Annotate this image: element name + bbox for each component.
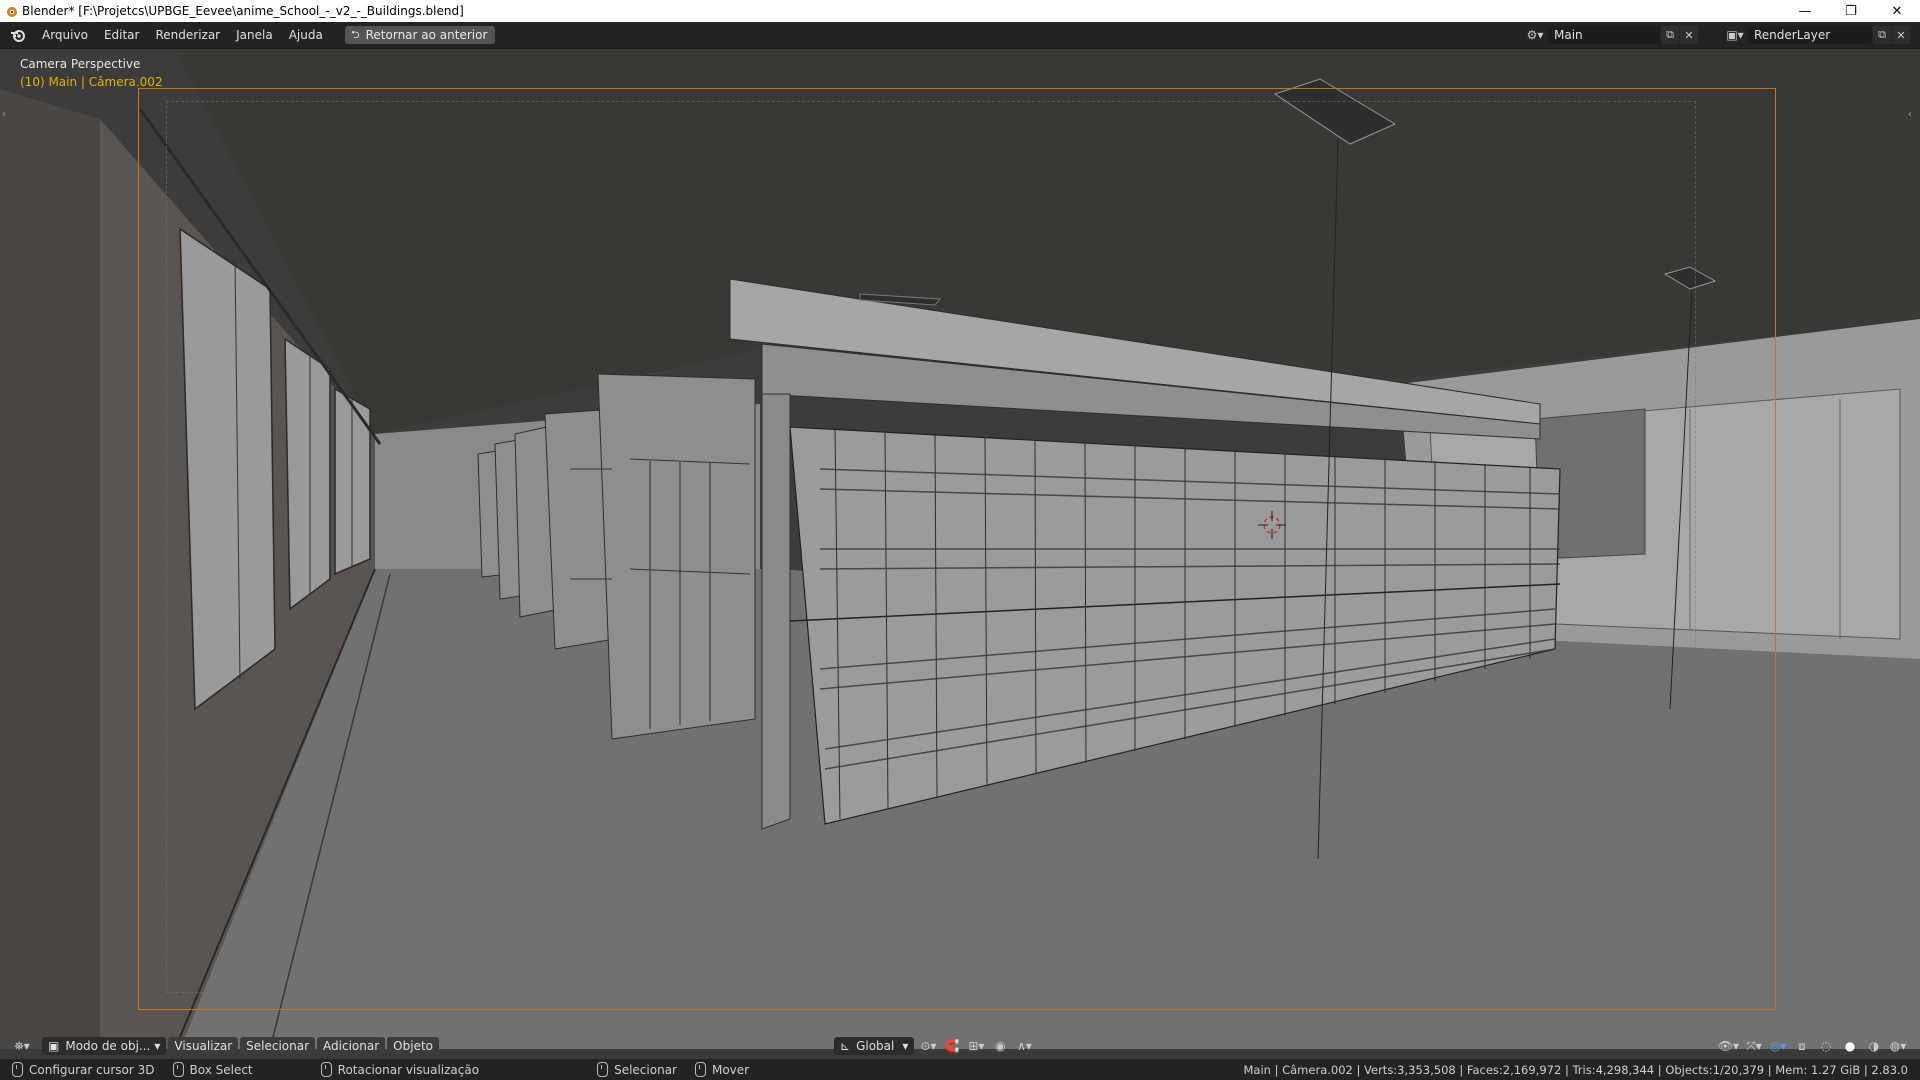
view-layer-field[interactable]: RenderLayer: [1748, 26, 1872, 44]
material-shading-icon[interactable]: ◑: [1862, 1037, 1886, 1055]
scene-selector: ⚙▾ Main ⧉ ✕: [1522, 25, 1698, 45]
menu-janela[interactable]: Janela: [228, 22, 281, 48]
new-scene-icon[interactable]: ⧉: [1661, 26, 1679, 44]
menu-objeto[interactable]: Objeto: [387, 1037, 439, 1055]
status-item-cursor: Configurar cursor 3D: [12, 1062, 155, 1077]
orientation-selector[interactable]: ⊾ Global ▾: [834, 1037, 915, 1055]
scene-statistics: Main | Câmera.002 | Verts:3,353,508 | Fa…: [1243, 1062, 1908, 1077]
visibility-icon[interactable]: 👁▾: [1715, 1037, 1742, 1055]
window-controls: — ❐ ✕: [1782, 0, 1920, 22]
status-label: Box Select: [189, 1062, 253, 1077]
mouse-drag-icon: [694, 1062, 706, 1077]
delete-view-layer-icon[interactable]: ✕: [1892, 26, 1910, 44]
chevron-down-icon: ▾: [902, 1039, 909, 1053]
pivot-point-icon[interactable]: ⊙▾: [916, 1037, 940, 1055]
blender-menu-icon[interactable]: [8, 25, 28, 45]
menu-ajuda[interactable]: Ajuda: [281, 22, 331, 48]
mouse-right-icon: [597, 1062, 609, 1077]
back-button-label: Retornar ao anterior: [365, 28, 488, 42]
mouse-left-icon: [12, 1062, 23, 1077]
chevron-down-icon: ▾: [154, 1039, 161, 1053]
3d-viewport[interactable]: › ‹ Camera Perspective (10) Main | Câmer…: [0, 49, 1920, 1049]
wireframe-shading-icon[interactable]: ◌: [1814, 1037, 1838, 1055]
mode-selector[interactable]: ▣ Modo de obj... ▾: [42, 1037, 167, 1055]
orientation-icon: ⊾: [840, 1039, 851, 1053]
back-screen-icon: ⮌: [350, 27, 360, 41]
window-title: Blender* [F:\Projetcs\UPBGE_Eevee\anime_…: [22, 4, 464, 18]
status-label: Rotacionar visualização: [337, 1062, 480, 1077]
gizmo-icon[interactable]: ⤧▾: [1742, 1037, 1766, 1055]
blender-app-icon: [7, 7, 17, 17]
minimize-button[interactable]: —: [1782, 0, 1828, 22]
menu-visualizar[interactable]: Visualizar: [168, 1037, 239, 1055]
snap-target-icon[interactable]: ⊞▾: [964, 1037, 988, 1055]
status-item-rotate: Rotacionar visualização: [320, 1062, 480, 1077]
menu-arquivo[interactable]: Arquivo: [34, 22, 96, 48]
status-label: Configurar cursor 3D: [29, 1062, 155, 1077]
status-item-select: Selecionar: [597, 1062, 677, 1077]
object-info-label: (10) Main | Câmera.002: [20, 75, 163, 89]
menu-renderizar[interactable]: Renderizar: [147, 22, 228, 48]
top-menu-bar: Arquivo Editar Renderizar Janela Ajuda ⮌…: [0, 22, 1920, 49]
status-item-move: Mover: [694, 1062, 750, 1077]
back-to-previous-button[interactable]: ⮌ Retornar ao anterior: [344, 26, 496, 44]
editor-type-icon[interactable]: ⛯▾: [10, 1037, 34, 1055]
view-name-label: Camera Perspective: [20, 57, 141, 71]
transform-tools: ⊾ Global ▾ ⊙▾ 🧲 ⊞▾ ◉ ∧▾: [834, 1037, 1036, 1055]
overlay-icon[interactable]: ◎▾: [1766, 1037, 1790, 1055]
scene-name-field[interactable]: Main: [1548, 26, 1660, 44]
sidebar-expand-icon[interactable]: ‹: [1908, 109, 1918, 125]
viewport-shading-tools: 👁▾ ⤧▾ ◎▾ ⧈ ◌ ● ◑ ◍▾: [1715, 1037, 1910, 1055]
status-label: Mover: [711, 1062, 750, 1077]
orientation-label: Global: [856, 1039, 895, 1053]
view-layer-icon[interactable]: ▣▾: [1722, 25, 1748, 45]
restore-button[interactable]: ❐: [1828, 0, 1874, 22]
falloff-icon[interactable]: ∧▾: [1012, 1037, 1036, 1055]
new-view-layer-icon[interactable]: ⧉: [1873, 26, 1891, 44]
status-bar: Configurar cursor 3D Box Select Rotacion…: [0, 1059, 1920, 1080]
status-item-box-select: Box Select: [172, 1062, 253, 1077]
snap-toggle-icon[interactable]: 🧲: [940, 1037, 964, 1055]
window-titlebar: Blender* [F:\Projetcs\UPBGE_Eevee\anime_…: [0, 0, 1920, 22]
view-layer-selector: ▣▾ RenderLayer ⧉ ✕: [1722, 25, 1910, 45]
3d-view-header: ⛯▾ ▣ Modo de obj... ▾ Visualizar Selecio…: [0, 1034, 1920, 1058]
menu-adicionar[interactable]: Adicionar: [317, 1037, 386, 1055]
menu-selecionar[interactable]: Selecionar: [240, 1037, 316, 1055]
scene-icon[interactable]: ⚙▾: [1522, 25, 1548, 45]
rendered-shading-icon[interactable]: ◍▾: [1886, 1037, 1910, 1055]
mouse-middle-icon: [320, 1062, 332, 1077]
proportional-edit-icon[interactable]: ◉: [988, 1037, 1012, 1055]
object-mode-icon: ▣: [48, 1039, 60, 1053]
mouse-drag-icon: [172, 1062, 184, 1077]
xray-icon[interactable]: ⧈: [1790, 1037, 1814, 1055]
toolbar-expand-icon[interactable]: ›: [2, 109, 12, 125]
menu-editar[interactable]: Editar: [96, 22, 148, 48]
scene-render: [0, 49, 1920, 1049]
status-label: Selecionar: [614, 1062, 677, 1077]
mode-label: Modo de obj...: [65, 1039, 151, 1053]
delete-scene-icon[interactable]: ✕: [1680, 26, 1698, 44]
close-button[interactable]: ✕: [1874, 0, 1920, 22]
solid-shading-icon[interactable]: ●: [1838, 1037, 1862, 1055]
